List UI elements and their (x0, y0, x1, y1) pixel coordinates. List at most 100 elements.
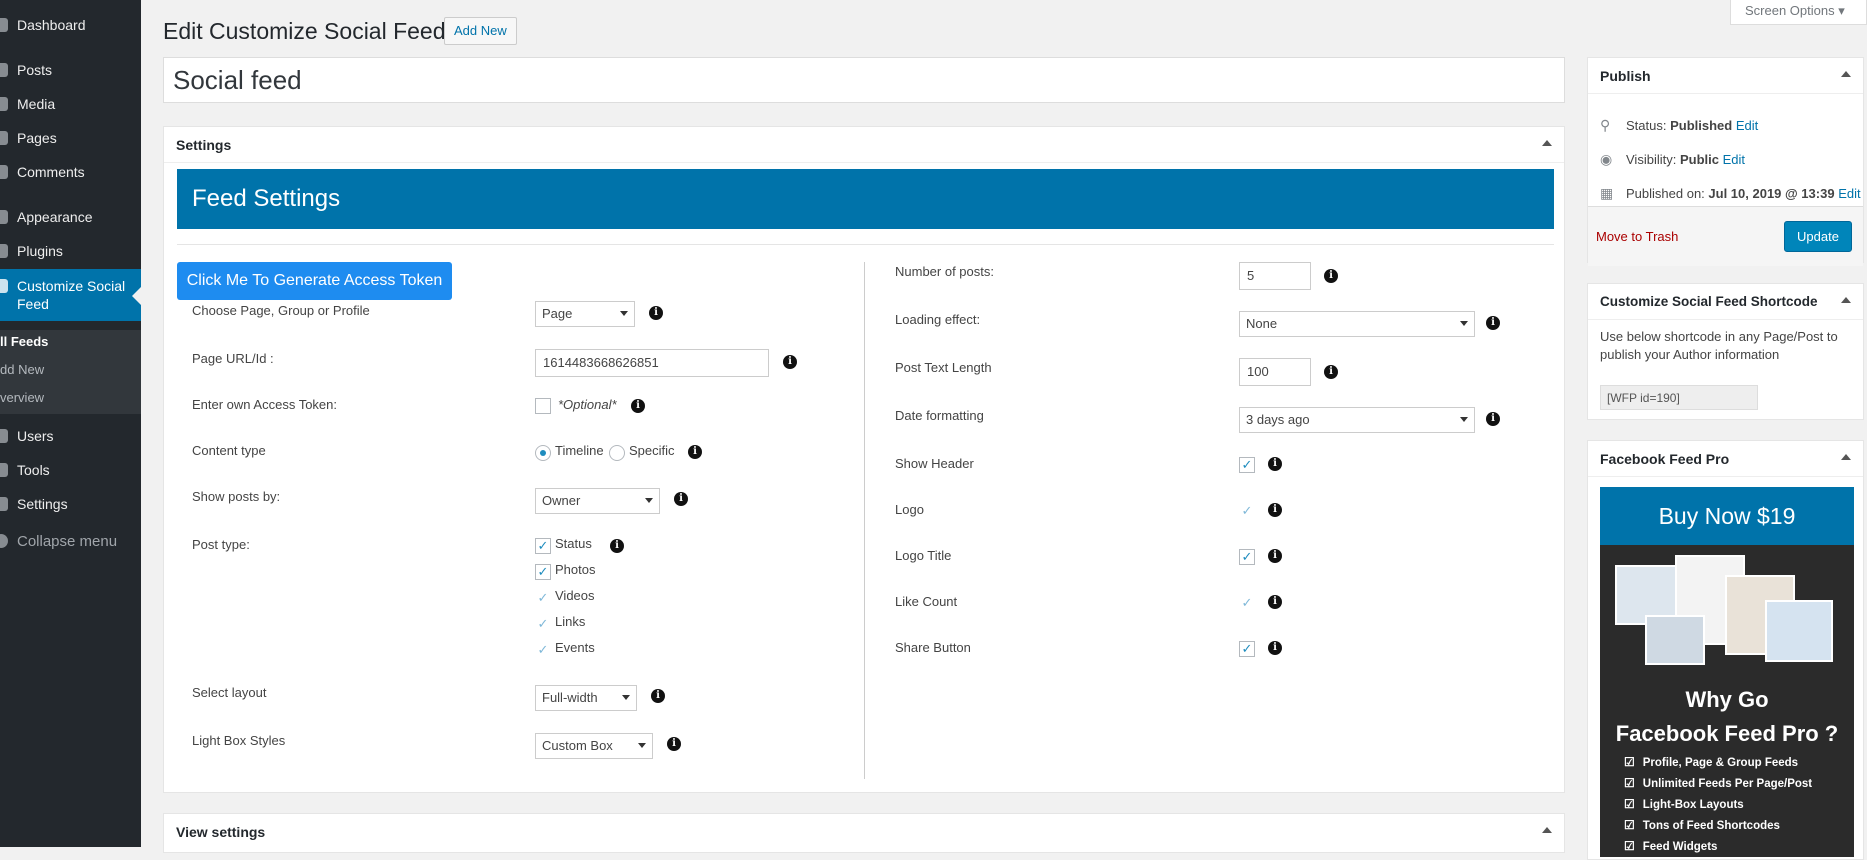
number-of-posts-input[interactable]: 5 (1239, 262, 1311, 290)
screen-options-button[interactable]: Screen Options ▾ (1730, 0, 1867, 25)
collapse-label: Collapse menu (17, 532, 118, 550)
info-icon[interactable]: i (610, 539, 624, 553)
post-text-length-input[interactable]: 100 (1239, 358, 1311, 386)
pro-header[interactable]: Facebook Feed Pro (1588, 441, 1863, 477)
update-button[interactable]: Update (1784, 221, 1852, 252)
post-title-input[interactable] (163, 57, 1565, 103)
collapse-arrow-icon[interactable] (1542, 827, 1552, 833)
info-icon[interactable]: i (651, 689, 665, 703)
chevron-down-icon (1460, 321, 1468, 326)
status-checkbox[interactable]: ✓ (535, 538, 551, 554)
info-icon[interactable]: i (1324, 365, 1338, 379)
info-icon[interactable]: i (1486, 316, 1500, 330)
post-type-label: Post type: (192, 537, 250, 552)
logo-title-checkbox[interactable]: ✓ (1239, 549, 1255, 565)
light-box-select[interactable]: Custom Box (535, 733, 653, 759)
visibility-label: Visibility: (1626, 152, 1677, 167)
submenu-overview[interactable]: verview (0, 390, 44, 405)
info-icon[interactable]: i (674, 492, 688, 506)
collapse-menu-button[interactable]: Collapse menu (0, 525, 141, 557)
post-text-length-label: Post Text Length (895, 360, 992, 375)
specific-radio[interactable] (609, 445, 625, 461)
videos-label: Videos (555, 588, 595, 603)
logo-title-label: Logo Title (895, 548, 952, 563)
info-icon[interactable]: i (783, 355, 797, 369)
info-icon[interactable]: i (631, 399, 645, 413)
menu-tools[interactable]: Tools (0, 454, 141, 486)
menu-media[interactable]: Media (0, 88, 141, 120)
menu-comments[interactable]: Comments (0, 156, 141, 188)
layout-select[interactable]: Full-width (535, 685, 637, 711)
feed-settings-banner: Feed Settings (177, 169, 1554, 229)
comment-icon (0, 165, 8, 179)
loading-effect-select[interactable]: None (1239, 311, 1475, 337)
menu-label: Customize Social Feed (17, 278, 126, 312)
menu-users[interactable]: Users (0, 420, 141, 452)
menu-label: Users (17, 428, 54, 444)
info-icon[interactable]: i (1268, 457, 1282, 471)
shortcode-field[interactable]: [WFP id=190] (1600, 385, 1758, 410)
videos-checkbox[interactable]: ✓ (535, 590, 551, 606)
page-url-input[interactable]: 1614483668626851 (535, 349, 769, 377)
show-posts-select[interactable]: Owner (535, 488, 660, 514)
edit-status-link[interactable]: Edit (1736, 118, 1758, 133)
info-icon[interactable]: i (667, 737, 681, 751)
share-button-checkbox[interactable]: ✓ (1239, 641, 1255, 657)
links-checkbox[interactable]: ✓ (535, 616, 551, 632)
timeline-radio[interactable] (535, 445, 551, 461)
publish-header[interactable]: Publish (1588, 58, 1863, 94)
shortcode-header[interactable]: Customize Social Feed Shortcode (1588, 284, 1863, 320)
feature-item: Unlimited Feeds Per Page/Post (1624, 776, 1812, 790)
move-to-trash-link[interactable]: Move to Trash (1596, 229, 1678, 244)
menu-posts[interactable]: Posts (0, 54, 141, 86)
publish-actions: Move to Trash Update (1588, 206, 1863, 266)
optional-note: *Optional* (558, 397, 617, 412)
select-value: Page (542, 306, 573, 321)
select-value: Owner (542, 493, 581, 508)
logo-checkbox[interactable]: ✓ (1239, 503, 1255, 519)
view-settings-title: View settings (176, 824, 266, 840)
date-formatting-label: Date formatting (895, 408, 984, 423)
edit-date-link[interactable]: Edit (1838, 186, 1860, 201)
menu-plugins[interactable]: Plugins (0, 235, 141, 267)
select-value: 3 days ago (1246, 412, 1310, 427)
menu-pages[interactable]: Pages (0, 122, 141, 154)
edit-visibility-link[interactable]: Edit (1723, 152, 1745, 167)
collapse-arrow-icon[interactable] (1841, 297, 1851, 303)
like-count-checkbox[interactable]: ✓ (1239, 595, 1255, 611)
submenu-all-feeds[interactable]: ll Feeds (0, 334, 48, 349)
access-token-checkbox[interactable] (535, 398, 551, 414)
info-icon[interactable]: i (1268, 641, 1282, 655)
collapse-arrow-icon[interactable] (1542, 140, 1552, 146)
show-header-checkbox[interactable]: ✓ (1239, 457, 1255, 473)
info-icon[interactable]: i (1268, 595, 1282, 609)
date-formatting-select[interactable]: 3 days ago (1239, 407, 1475, 433)
info-icon[interactable]: i (1268, 549, 1282, 563)
menu-appearance[interactable]: Appearance (0, 201, 141, 233)
select-value: Custom Box (542, 738, 613, 753)
info-icon[interactable]: i (1486, 412, 1500, 426)
settings-box-header[interactable]: Settings (164, 127, 1564, 163)
info-icon[interactable]: i (1268, 503, 1282, 517)
feature-item: Light-Box Layouts (1624, 797, 1744, 811)
add-new-button[interactable]: Add New (444, 17, 517, 45)
status-value: Published (1670, 118, 1733, 133)
menu-customize-social-feed[interactable]: Customize Social Feed (0, 269, 141, 321)
collapse-arrow-icon[interactable] (1841, 454, 1851, 460)
collapse-arrow-icon[interactable] (1841, 71, 1851, 77)
generate-token-button[interactable]: Click Me To Generate Access Token (177, 262, 452, 300)
info-icon[interactable]: i (649, 306, 663, 320)
view-settings-header[interactable]: View settings (164, 814, 1564, 850)
menu-dashboard[interactable]: Dashboard (0, 9, 141, 41)
pro-advert[interactable]: Buy Now $19 Why Go Facebook Feed Pro ? P… (1600, 487, 1854, 857)
info-icon[interactable]: i (688, 445, 702, 459)
show-header-label: Show Header (895, 456, 974, 471)
menu-settings[interactable]: Settings (0, 488, 141, 520)
photos-checkbox[interactable]: ✓ (535, 564, 551, 580)
submenu-add-new[interactable]: dd New (0, 362, 44, 377)
info-icon[interactable]: i (1324, 269, 1338, 283)
choose-profile-select[interactable]: Page (535, 301, 635, 327)
events-checkbox[interactable]: ✓ (535, 642, 551, 658)
menu-label: Media (17, 96, 56, 112)
buy-now-button[interactable]: Buy Now $19 (1600, 487, 1854, 545)
